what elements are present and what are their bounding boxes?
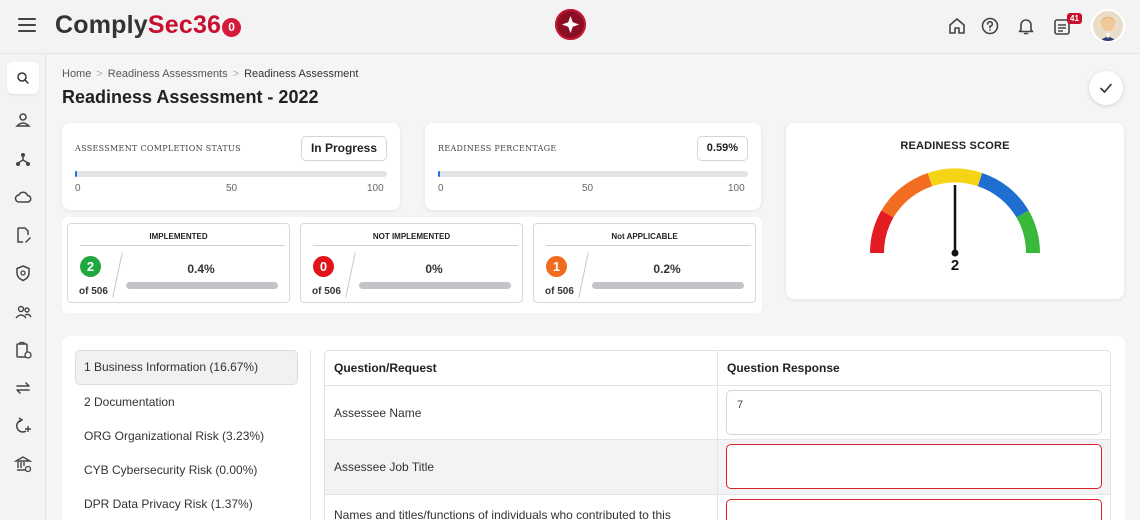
response-field-job-title[interactable]: [726, 444, 1102, 489]
stat-title: NOT IMPLEMENTED: [372, 232, 451, 241]
stat-count-badge: 0: [313, 256, 334, 277]
menu-icon[interactable]: [18, 18, 36, 32]
sidebar-item-clipboard[interactable]: [7, 334, 39, 366]
gauge-segment-green: [1016, 210, 1041, 254]
network-icon: [16, 153, 30, 166]
stat-percent: 0%: [425, 262, 443, 276]
readiness-tick-max: 100: [728, 183, 745, 194]
cloud-icon: [14, 191, 32, 203]
sidebar-item-transfer[interactable]: [7, 372, 39, 404]
readiness-score-value: 2: [950, 257, 960, 274]
breadcrumb-assessments[interactable]: Readiness Assessments: [108, 68, 228, 80]
gauge-needle-pivot: [951, 249, 959, 257]
sidebar-item-user[interactable]: [7, 104, 39, 136]
sidebar-item-network[interactable]: [7, 143, 39, 175]
stat-implemented: IMPLEMENTED 2 of 506 0.4%: [67, 223, 290, 303]
check-icon: [1100, 83, 1112, 93]
breadcrumb-home[interactable]: Home: [62, 68, 91, 80]
gauge-segment-blue: [977, 172, 1029, 218]
status-badge: In Progress: [300, 136, 387, 161]
completion-tick-max: 100: [367, 183, 384, 194]
stat-count-badge: 1: [546, 256, 567, 277]
sidebar-item-cloud[interactable]: [7, 181, 39, 213]
section-item-privacy-risk[interactable]: DPR Data Privacy Risk (1.37%): [75, 487, 298, 520]
readiness-progress-bar: [438, 171, 748, 177]
section-item-org-risk[interactable]: ORG Organizational Risk (3.23%): [75, 419, 298, 454]
stat-percent: 0.2%: [653, 262, 681, 276]
readiness-tick-mid: 50: [582, 183, 594, 194]
gauge-segment-yellow: [927, 168, 983, 187]
complete-button[interactable]: [1089, 71, 1123, 105]
sidebar-item-refresh[interactable]: [7, 410, 39, 442]
column-header-question: Question/Request: [334, 361, 437, 375]
readiness-score-card: READINESS SCORE 2: [786, 123, 1124, 299]
user-icon: [15, 113, 31, 127]
response-field-contributors[interactable]: [726, 499, 1102, 520]
question-text: Assessee Name: [334, 406, 422, 420]
gauge-segment-orange: [881, 172, 933, 218]
completion-label: ASSESSMENT COMPLETION STATUS: [75, 144, 241, 153]
document-edit-icon: [17, 227, 31, 243]
stat-not-applicable: Not APPLICABLE 1 of 506 0.2%: [533, 223, 756, 303]
brand-star-icon: [555, 9, 586, 40]
stat-count-badge: 2: [80, 256, 101, 277]
readiness-pct-value: 0.59%: [696, 136, 748, 161]
column-header-response: Question Response: [727, 361, 840, 375]
question-table: Question/Request Question Response Asses…: [324, 350, 1111, 520]
completion-progress-bar: [75, 171, 387, 177]
sidebar-item-bank[interactable]: [7, 448, 39, 480]
readiness-tick-min: 0: [438, 183, 444, 194]
bank-settings-icon: [14, 456, 32, 473]
stat-total: of 506: [312, 286, 341, 297]
stat-total: of 506: [79, 286, 108, 297]
completion-status-card: ASSESSMENT COMPLETION STATUS In Progress…: [62, 123, 400, 210]
main-content: Home > Readiness Assessments > Readiness Ass…: [46, 54, 1140, 520]
search-icon: [17, 72, 29, 84]
implementation-stats: IMPLEMENTED 2 of 506 0.4% NOT IMPLEMENTE…: [62, 217, 762, 313]
question-text: Names and titles/functions of individual…: [334, 508, 671, 520]
completion-tick-min: 0: [75, 183, 81, 194]
breadcrumb-current: Readiness Assessment: [244, 68, 359, 80]
stat-bar: [359, 282, 511, 289]
sidebar-item-users[interactable]: [7, 296, 39, 328]
stat-percent: 0.4%: [187, 262, 215, 276]
shield-icon: [16, 265, 30, 282]
section-item-cyber-risk[interactable]: CYB Cybersecurity Risk (0.00%): [75, 453, 298, 488]
bell-icon[interactable]: [1015, 15, 1037, 37]
logo-ring: 0: [222, 18, 242, 37]
stat-title: IMPLEMENTED: [149, 232, 208, 241]
transfer-icon: [16, 382, 30, 394]
refresh-add-icon: [16, 417, 31, 433]
question-text: Assessee Job Title: [334, 460, 435, 474]
readiness-pct-label: READINESS PERCENTAGE: [438, 144, 557, 153]
gauge-segment-red: [869, 210, 894, 254]
sidebar-item-shield[interactable]: [7, 257, 39, 289]
users-icon: [15, 305, 32, 319]
app-logo[interactable]: ComplySec36 0: [55, 11, 242, 40]
avatar[interactable]: [1091, 9, 1125, 43]
breadcrumb: Home > Readiness Assessments > Readiness Ass…: [62, 68, 359, 80]
response-field-assessee-name[interactable]: 7: [726, 390, 1102, 435]
sidebar: [0, 54, 46, 520]
completion-tick-mid: 50: [226, 183, 238, 194]
section-item-documentation[interactable]: 2 Documentation: [75, 385, 298, 420]
top-bar: ComplySec36 0 41: [0, 0, 1140, 54]
notification-count-badge: 41: [1067, 13, 1082, 24]
readiness-progress-fill: [438, 171, 440, 177]
stat-not-implemented: NOT IMPLEMENTED 0 of 506 0%: [300, 223, 523, 303]
stat-bar: [126, 282, 278, 289]
stat-bar: [592, 282, 744, 289]
stat-title: Not APPLICABLE: [611, 232, 678, 241]
assessment-section: 1 Business Information (16.67%) 2 Docume…: [62, 336, 1125, 520]
sidebar-search[interactable]: [7, 62, 39, 94]
home-icon[interactable]: [946, 15, 968, 37]
stat-total: of 506: [545, 286, 574, 297]
section-item-business[interactable]: 1 Business Information (16.67%): [75, 350, 298, 385]
sidebar-item-document[interactable]: [7, 219, 39, 251]
completion-progress-fill: [75, 171, 77, 177]
page-title: Readiness Assessment - 2022: [62, 87, 319, 107]
clipboard-icon: [16, 341, 32, 359]
readiness-percentage-card: READINESS PERCENTAGE 0.59% 0 50 100: [425, 123, 761, 210]
help-icon[interactable]: [979, 15, 1001, 37]
